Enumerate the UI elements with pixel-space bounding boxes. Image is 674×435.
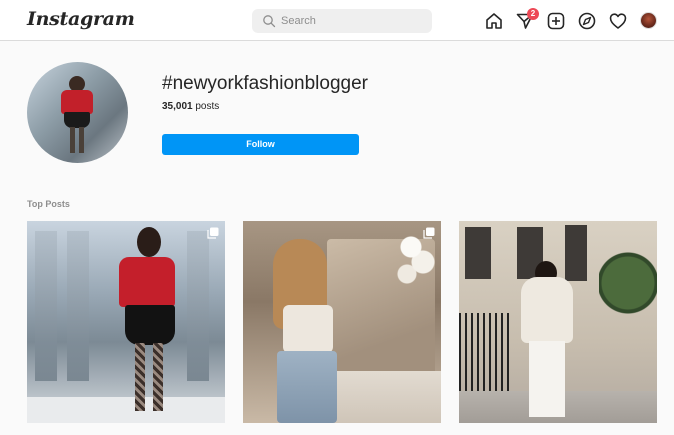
search-input[interactable]: Search <box>252 9 432 33</box>
multiple-images-icon <box>423 227 435 239</box>
hashtag-profile-image <box>27 62 128 163</box>
notification-badge: 2 <box>527 8 539 20</box>
posts-count: 35,001 posts <box>162 101 219 112</box>
top-post-3[interactable] <box>459 221 657 423</box>
explore-icon[interactable] <box>577 11 597 31</box>
follow-button[interactable]: Follow <box>162 134 359 155</box>
home-icon[interactable] <box>484 11 504 31</box>
posts-count-label: posts <box>195 101 220 112</box>
activity-heart-icon[interactable] <box>608 11 628 31</box>
posts-count-number: 35,001 <box>162 101 193 112</box>
hashtag-title: #newyorkfashionblogger <box>162 73 368 94</box>
top-post-1[interactable] <box>27 221 225 423</box>
instagram-logo[interactable]: Instagram <box>27 8 135 30</box>
top-post-2[interactable] <box>243 221 441 423</box>
top-posts-heading: Top Posts <box>27 199 70 209</box>
multiple-images-icon <box>207 227 219 239</box>
search-icon <box>263 15 276 28</box>
top-navigation-bar: Instagram Search 2 <box>0 0 674 41</box>
profile-avatar[interactable] <box>640 12 657 29</box>
new-post-icon[interactable] <box>546 11 566 31</box>
search-placeholder: Search <box>281 15 316 27</box>
